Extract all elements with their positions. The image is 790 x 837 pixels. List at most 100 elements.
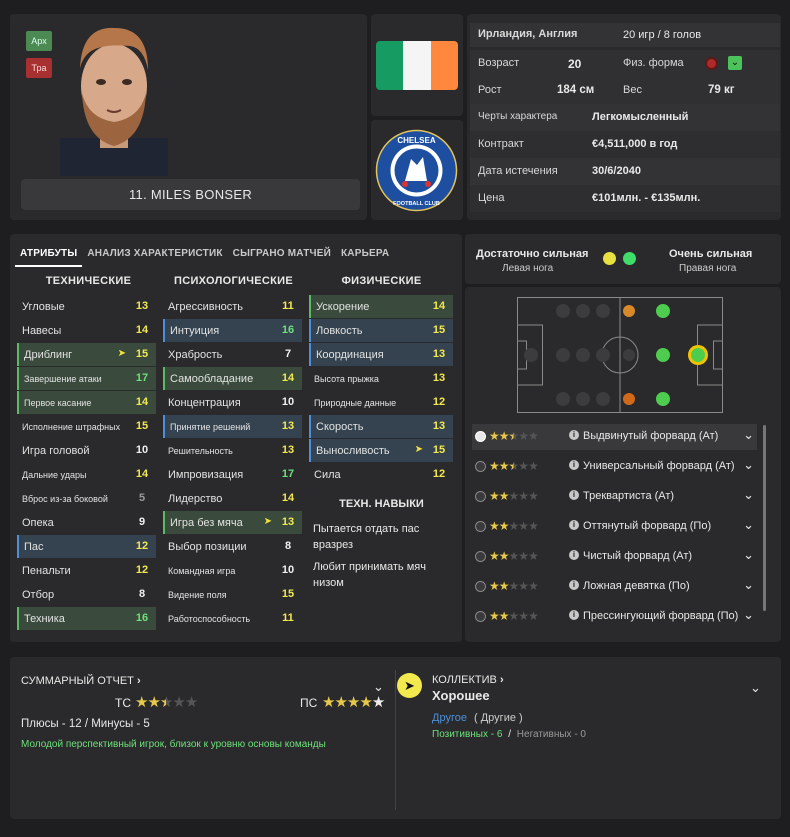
role-row[interactable]: ★★★★★ i Оттянутый форвард (По) ⌄ [472, 514, 757, 540]
attribute-row[interactable]: Импровизация 17 [163, 463, 302, 486]
attribute-row[interactable]: Природные данные 12 [309, 391, 453, 414]
attribute-row[interactable]: Пас 12 [17, 535, 156, 558]
contract-row[interactable]: Контракт €4,511,000 в год [470, 131, 780, 158]
attribute-value: 13 [432, 420, 446, 432]
attribute-row[interactable]: Работоспособность 11 [163, 607, 302, 630]
role-row[interactable]: ★★★★★ i Чистый форвард (Ат) ⌄ [472, 544, 757, 570]
attribute-row[interactable]: Игра без мяча 13 ➤ [163, 511, 302, 534]
role-radio[interactable] [475, 611, 486, 622]
squad-status: Хорошее [432, 688, 490, 703]
attribute-row[interactable]: Техника 16 [17, 607, 156, 630]
nationality-value[interactable]: Ирландия, Англия [478, 28, 577, 40]
attribute-row[interactable]: Сила 12 [309, 463, 453, 486]
role-tag-train[interactable]: Тра [26, 58, 52, 78]
role-row[interactable]: ★★★★★ i Ложная девятка (По) ⌄ [472, 574, 757, 600]
chevron-down-icon[interactable]: ⌄ [743, 607, 754, 623]
attribute-name: Сила [314, 469, 341, 481]
attribute-row[interactable]: Дальние удары 14 [17, 463, 156, 486]
role-radio[interactable] [475, 491, 486, 502]
squad-title[interactable]: КОЛЛЕКТИВ › [432, 674, 504, 686]
role-radio[interactable] [475, 581, 486, 592]
role-radio[interactable] [475, 461, 486, 472]
attribute-row[interactable]: Угловые 13 [17, 295, 156, 318]
attribute-name: Пенальти [22, 565, 71, 577]
attribute-row[interactable]: Видение поля 15 [163, 583, 302, 606]
tab-career[interactable]: КАРЬЕРА [336, 241, 394, 267]
roles-scrollbar[interactable] [763, 425, 766, 611]
info-icon[interactable]: i [569, 580, 579, 590]
squad-group-link[interactable]: Другое [432, 712, 467, 724]
attribute-row[interactable]: Командная игра 10 [163, 559, 302, 582]
role-name: Универсальный форвард (Ат) [583, 460, 735, 472]
info-icon[interactable]: i [569, 610, 579, 620]
attribute-row[interactable]: Выносливость 15 ➤ [309, 439, 453, 462]
role-radio[interactable] [475, 431, 486, 442]
attribute-row[interactable]: Выбор позиции 8 [163, 535, 302, 558]
role-radio[interactable] [475, 551, 486, 562]
ca-label: ТС [115, 696, 131, 710]
attribute-name: Выносливость [316, 445, 390, 457]
attribute-row[interactable]: Опека 9 [17, 511, 156, 534]
attribute-row[interactable]: Отбор 8 [17, 583, 156, 606]
chevron-down-icon[interactable]: ⌄ [743, 577, 754, 593]
attribute-name: Навесы [22, 325, 62, 337]
height-value: 184 см [557, 84, 595, 96]
attribute-row[interactable]: Высота прыжка 13 [309, 367, 453, 390]
info-icon[interactable]: i [569, 490, 579, 500]
info-icon[interactable]: i [569, 550, 579, 560]
chevron-down-icon[interactable]: ⌄ [743, 517, 754, 533]
attribute-name: Дальние удары [22, 470, 87, 480]
height-label: Рост [478, 84, 502, 96]
chevron-down-icon[interactable]: ⌄ [743, 547, 754, 563]
tab-matches[interactable]: СЫГРАНО МАТЧЕЙ [228, 241, 336, 267]
attribute-value: 13 [432, 348, 446, 360]
attribute-row[interactable]: Завершение атаки 17 [17, 367, 156, 390]
attribute-row[interactable]: Ускорение 14 [309, 295, 453, 318]
attribute-name: Вброс из-за боковой [22, 494, 108, 504]
attribute-name: Решительность [168, 446, 233, 456]
attribute-row[interactable]: Пенальти 12 [17, 559, 156, 582]
role-radio[interactable] [475, 521, 486, 532]
squad-chevron-icon[interactable]: ⌄ [750, 680, 761, 696]
role-row[interactable]: ★★★★★ i Прессингующий форвард (По) ⌄ [472, 604, 757, 630]
attribute-row[interactable]: Лидерство 14 [163, 487, 302, 510]
attribute-row[interactable]: Координация 13 [309, 343, 453, 366]
info-icon[interactable]: i [569, 460, 579, 470]
chevron-down-icon[interactable]: ⌄ [743, 487, 754, 503]
right-foot-dot [623, 252, 636, 265]
tab-analysis[interactable]: АНАЛИЗ ХАРАКТЕРИСТИК [82, 241, 227, 267]
chevron-down-icon[interactable]: ⌄ [743, 457, 754, 473]
chevron-down-icon[interactable]: ⌄ [743, 427, 754, 443]
fitness-check-icon[interactable]: ⌄ [728, 56, 742, 70]
attribute-row[interactable]: Первое касание 14 [17, 391, 156, 414]
attribute-value: 8 [138, 588, 146, 600]
info-icon[interactable]: i [569, 520, 579, 530]
tab-attributes[interactable]: АТРИБУТЫ [15, 241, 83, 267]
attribute-row[interactable]: Храбрость 7 [163, 343, 302, 366]
attribute-row[interactable]: Вброс из-за боковой 5 [17, 487, 156, 510]
report-title[interactable]: СУММАРНЫЙ ОТЧЕТ › [21, 675, 141, 687]
attribute-row[interactable]: Скорость 13 [309, 415, 453, 438]
attribute-value: 13 [432, 372, 446, 384]
role-row[interactable]: ★★★★★ i Треквартиста (Ат) ⌄ [472, 484, 757, 510]
attribute-row[interactable]: Ловкость 15 [309, 319, 453, 342]
attribute-row[interactable]: Самообладание 14 [163, 367, 302, 390]
attribute-row[interactable]: Агрессивность 11 [163, 295, 302, 318]
attribute-row[interactable]: Принятие решений 13 [163, 415, 302, 438]
attribute-row[interactable]: Игра головой 10 [17, 439, 156, 462]
attribute-row[interactable]: Концентрация 10 [163, 391, 302, 414]
attribute-value: 13 [281, 420, 295, 432]
attribute-row[interactable]: Навесы 14 [17, 319, 156, 342]
attribute-value: 17 [135, 372, 149, 384]
attribute-name: Импровизация [168, 469, 244, 481]
relations-separator: / [508, 729, 512, 740]
attribute-row[interactable]: Интуиция 16 [163, 319, 302, 342]
attribute-row[interactable]: Исполнение штрафных 15 [17, 415, 156, 438]
attribute-row[interactable]: Дриблинг 15 ➤ [17, 343, 156, 366]
right-foot-strength: Очень сильная [669, 248, 753, 260]
info-icon[interactable]: i [569, 430, 579, 440]
role-row[interactable]: ★★★★★ i Выдвинутый форвард (Ат) ⌄ [472, 424, 757, 450]
attribute-row[interactable]: Решительность 13 [163, 439, 302, 462]
role-tag-arch[interactable]: Арх [26, 31, 52, 51]
role-row[interactable]: ★★★★★ i Универсальный форвард (Ат) ⌄ [472, 454, 757, 480]
